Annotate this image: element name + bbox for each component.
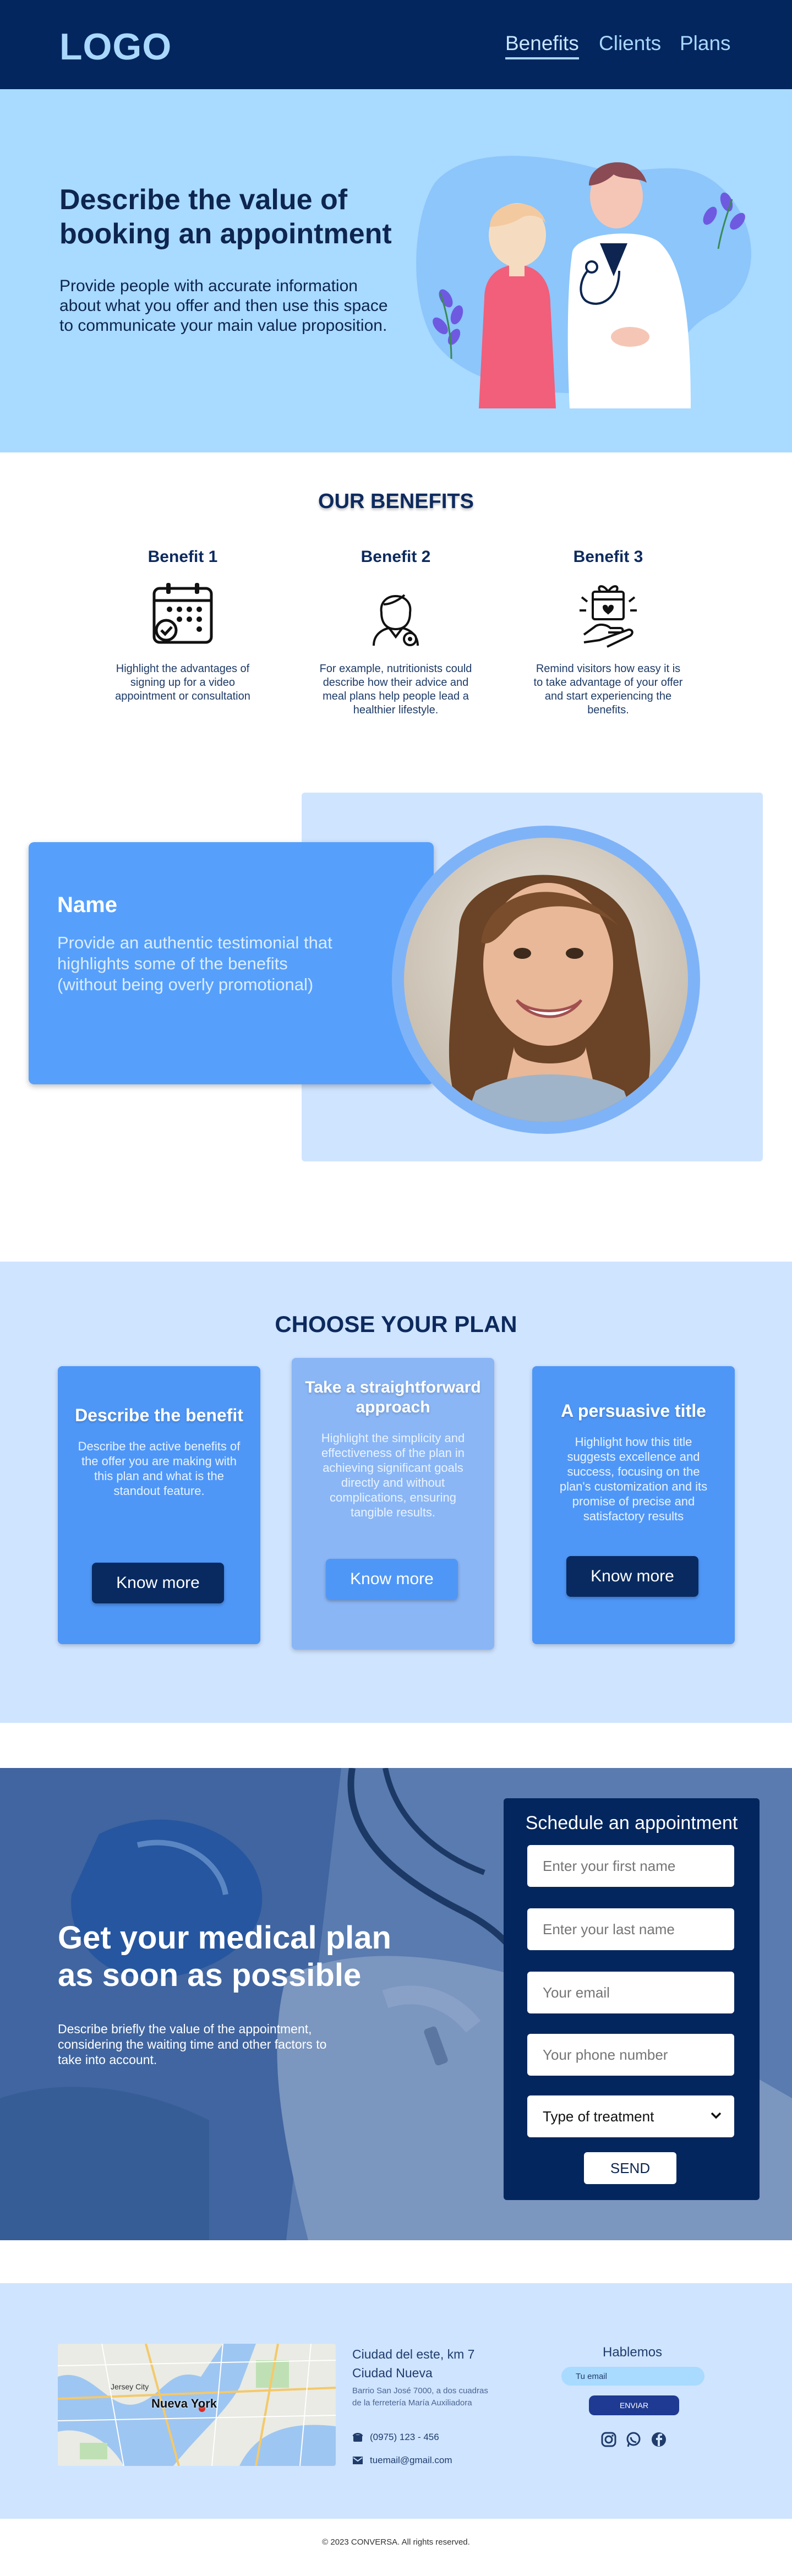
- benefit-title: Benefit 2: [361, 548, 431, 566]
- appointment-text: Describe briefly the value of the appoin…: [58, 2022, 327, 2067]
- appointment-section: Get your medical plan as soon as possibl…: [0, 1768, 792, 2240]
- page: LOGO Benefits Clients Plans Describe the…: [0, 0, 792, 2576]
- plan-text: Highlight the simplicity and effectivene…: [321, 1431, 465, 1519]
- benefit-card: Benefit 1 Highlight the advantages of si…: [95, 548, 271, 703]
- hero-text: Provide people with accurate information…: [59, 277, 388, 335]
- nav-link-plans[interactable]: Plans: [680, 32, 731, 55]
- send-button[interactable]: SEND: [584, 2152, 676, 2184]
- plan-text: Highlight how this title suggests excell…: [559, 1435, 708, 1523]
- top-nav: LOGO Benefits Clients Plans: [0, 0, 792, 89]
- know-more-button[interactable]: Know more: [566, 1556, 698, 1597]
- appointment-title: Get your medical plan as soon as possibl…: [58, 1920, 391, 1993]
- address-main: Ciudad del este, km 7 Ciudad Nueva: [352, 2345, 474, 2382]
- address-line-2: Ciudad Nueva: [352, 2366, 433, 2380]
- copyright: © 2023 CONVERSA. All rights reserved.: [322, 2537, 470, 2547]
- mail-icon: [353, 2457, 363, 2464]
- logo[interactable]: LOGO: [59, 25, 172, 68]
- benefit-text: For example, nutritionists could describ…: [319, 663, 472, 716]
- email-address[interactable]: tuemail@gmail.com: [370, 2455, 452, 2466]
- whatsapp-icon[interactable]: [625, 2431, 642, 2448]
- testimonial-photo: [392, 826, 700, 1134]
- testimonial-card: Name Provide an authentic testimonial th…: [29, 842, 434, 1084]
- plan-title: A persuasive title: [561, 1401, 706, 1421]
- benefit-title: Benefit 1: [148, 548, 218, 566]
- email-row: tuemail@gmail.com: [352, 2455, 452, 2466]
- first-name-input[interactable]: [527, 1845, 734, 1887]
- facebook-icon[interactable]: [650, 2431, 668, 2448]
- benefit-title: Benefit 3: [573, 548, 643, 566]
- doctor-patient-illustration: [416, 156, 751, 408]
- map-city-label: Nueva York: [151, 2397, 217, 2410]
- address-detail: Barrio San José 7000, a dos cuadras de l…: [352, 2386, 488, 2408]
- plans-section: CHOOSE YOUR PLAN Describe the benefit De…: [0, 1262, 792, 1723]
- form-title: Schedule an appointment: [525, 1813, 738, 1833]
- benefit-text: Remind visitors how easy it is to take a…: [533, 663, 683, 716]
- footer-email-input[interactable]: [561, 2367, 704, 2386]
- hero-title: Describe the value of booking an appoint…: [59, 184, 392, 250]
- treatment-select-label: Type of treatment: [543, 2108, 654, 2125]
- footer: Nueva York Jersey City Ciudad del este, …: [0, 2283, 792, 2519]
- contact-title: Hablemos: [603, 2345, 663, 2360]
- map-place-label: Jersey City: [111, 2382, 149, 2391]
- testimonial-name: Name: [57, 893, 117, 917]
- phone-icon: [352, 2433, 363, 2442]
- instagram-icon[interactable]: [600, 2431, 618, 2448]
- testimonial-text: Provide an authentic testimonial that hi…: [57, 933, 332, 994]
- last-name-input[interactable]: [527, 1908, 734, 1950]
- calendar-check-icon: [152, 583, 213, 644]
- know-more-button[interactable]: Know more: [326, 1559, 458, 1600]
- know-more-button[interactable]: Know more: [92, 1563, 224, 1603]
- plan-card: Describe the benefit Describe the active…: [58, 1366, 260, 1644]
- gift-hand-icon: [580, 585, 637, 648]
- phone-input[interactable]: [527, 2034, 734, 2076]
- hero-section: Describe the value of booking an appoint…: [0, 89, 792, 452]
- plan-text: Describe the active benefits of the offe…: [78, 1439, 241, 1498]
- benefit-card: Benefit 2 For example, nutritionists cou…: [308, 548, 484, 717]
- appointment-form: Schedule an appointment Type of treatmen…: [504, 1798, 760, 2200]
- plan-title: Describe the benefit: [75, 1405, 243, 1425]
- plan-title: Take a straightforward approach: [305, 1378, 481, 1416]
- nav-link-clients[interactable]: Clients: [599, 32, 661, 55]
- address-line-1: Ciudad del este, km 7: [352, 2347, 475, 2361]
- benefit-card: Benefit 3 Remind visitors how easy it is…: [520, 548, 696, 717]
- email-input[interactable]: [527, 1972, 734, 2013]
- chevron-down-icon: [711, 2112, 722, 2119]
- phone-number[interactable]: (0975) 123 - 456: [370, 2432, 439, 2443]
- benefits-title: OUR BENEFITS: [318, 490, 474, 513]
- plans-title: CHOOSE YOUR PLAN: [275, 1311, 517, 1337]
- plan-card: A persuasive title Highlight how this ti…: [532, 1366, 735, 1644]
- footer-send-button[interactable]: ENVIAR: [589, 2395, 679, 2415]
- benefit-text: Highlight the advantages of signing up f…: [115, 663, 250, 702]
- nav-link-benefits[interactable]: Benefits: [505, 32, 579, 59]
- nurse-icon: [373, 594, 419, 646]
- plan-card: Take a straightforward approach Highligh…: [292, 1358, 494, 1650]
- location-map[interactable]: Nueva York Jersey City: [58, 2344, 336, 2466]
- phone-row: (0975) 123 - 456: [352, 2432, 439, 2443]
- treatment-select[interactable]: Type of treatment: [527, 2095, 734, 2137]
